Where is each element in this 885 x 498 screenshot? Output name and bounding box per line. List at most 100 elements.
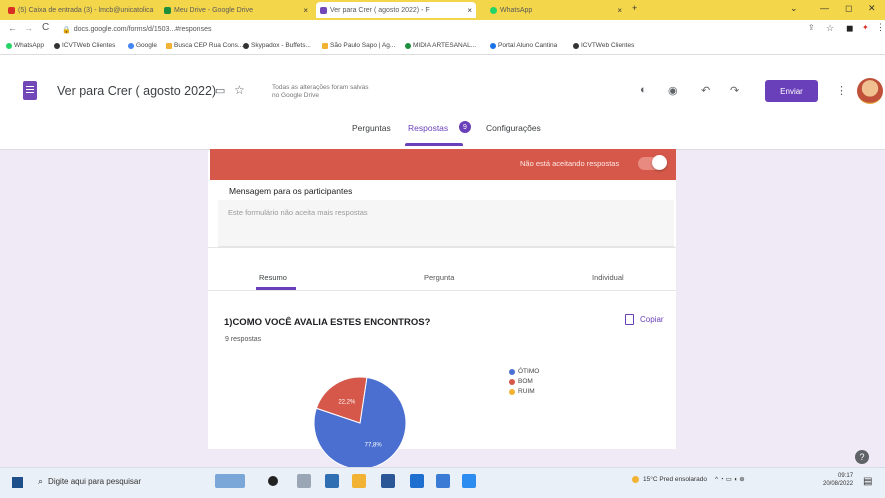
google-icon bbox=[128, 42, 134, 49]
forward-icon[interactable]: → bbox=[24, 23, 33, 33]
url-field[interactable]: 🔒 docs.google.com/forms/d/1503...#respon… bbox=[62, 23, 782, 36]
legend-swatch bbox=[509, 378, 515, 385]
maximize-icon[interactable]: ◻ bbox=[845, 3, 852, 14]
divider bbox=[208, 247, 676, 248]
store-icon[interactable] bbox=[381, 474, 395, 488]
legend-item: BOM bbox=[509, 378, 533, 385]
extension-icon[interactable]: ✦ bbox=[862, 23, 869, 32]
browser-tab-gmail[interactable]: (5) Caixa de entrada (3) - lmcb@unicatol… bbox=[4, 2, 156, 18]
responses-count-badge: 9 bbox=[459, 121, 471, 133]
tab-responses[interactable]: Respostas bbox=[408, 123, 448, 133]
bookmark-item[interactable]: Skypadox - Buffets... bbox=[243, 42, 311, 49]
news-widget-icon[interactable] bbox=[215, 474, 245, 488]
avatar[interactable] bbox=[857, 78, 883, 104]
folder-icon[interactable]: ▭ bbox=[215, 84, 225, 97]
tab-settings[interactable]: Configurações bbox=[486, 123, 541, 133]
palette-icon[interactable]: ◐ bbox=[640, 84, 647, 96]
subtab-question[interactable]: Pergunta bbox=[424, 273, 454, 282]
not-accepting-label: Não está aceitando respostas bbox=[520, 159, 620, 168]
form-title[interactable]: Ver para Crer ( agosto 2022) bbox=[57, 84, 216, 98]
bookmark-item[interactable]: MIDIA ARTESANAL... bbox=[405, 42, 476, 49]
browser-tab-bar: (5) Caixa de entrada (3) - lmcb@unicatol… bbox=[0, 0, 885, 20]
app-icon[interactable] bbox=[462, 474, 476, 488]
star-icon[interactable]: ☆ bbox=[234, 83, 245, 97]
subtab-individual[interactable]: Individual bbox=[592, 273, 624, 282]
legend-item: ÓTIMO bbox=[509, 368, 539, 375]
address-bar-row: ← → C 🔒 docs.google.com/forms/d/1503...#… bbox=[0, 20, 885, 40]
bookmark-item[interactable]: ICVTWeb Clientes bbox=[54, 42, 115, 49]
window-close-icon[interactable]: ✕ bbox=[868, 3, 876, 14]
bookmarks-bar: WhatsApp ICVTWeb Clientes Google Busca C… bbox=[0, 39, 885, 55]
close-icon[interactable]: × bbox=[617, 6, 622, 15]
weather-widget[interactable]: 15°C Pred ensolarado ^ ◔ ▭ ◖ ⊕ bbox=[632, 475, 745, 483]
bookmark-item[interactable]: ICVTWeb Clientes bbox=[573, 42, 634, 49]
windows-start-icon[interactable] bbox=[12, 477, 23, 488]
bookmark-star-icon[interactable]: ☆ bbox=[826, 23, 834, 34]
divider bbox=[208, 290, 676, 291]
subtab-summary[interactable]: Resumo bbox=[259, 273, 287, 282]
folder-icon bbox=[166, 42, 172, 49]
redo-icon[interactable]: ↷ bbox=[730, 84, 739, 97]
close-icon[interactable]: × bbox=[303, 6, 308, 15]
globe-icon bbox=[573, 42, 579, 49]
bookmark-item[interactable]: São Paulo Sapo | Ag... bbox=[322, 42, 395, 49]
drive-icon bbox=[164, 6, 171, 14]
forms-icon bbox=[320, 6, 327, 14]
cortana-icon[interactable] bbox=[268, 476, 278, 486]
bookmark-item[interactable]: Busca CEP Rua Cons... bbox=[166, 42, 243, 49]
sun-icon bbox=[632, 475, 639, 483]
more-vert-icon[interactable]: ⋮ bbox=[836, 84, 847, 97]
new-tab-button[interactable]: + bbox=[632, 3, 637, 13]
lock-icon: 🔒 bbox=[62, 26, 71, 34]
forms-header bbox=[0, 55, 885, 150]
pie-label-ótimo: 77,8% bbox=[365, 443, 383, 449]
pie-chart: 77,8% 22,2% bbox=[313, 376, 407, 467]
pie-label-bom: 22,2% bbox=[338, 399, 356, 405]
send-button[interactable]: Enviar bbox=[765, 80, 818, 102]
task-view-icon[interactable] bbox=[297, 474, 311, 488]
share-icon[interactable]: ⇪ bbox=[808, 23, 815, 32]
notifications-icon[interactable]: ▤ bbox=[863, 476, 872, 487]
copy-chart-button[interactable]: Copiar bbox=[625, 314, 664, 325]
bookmark-item[interactable]: WhatsApp bbox=[6, 42, 44, 49]
tab-questions[interactable]: Perguntas bbox=[352, 123, 391, 133]
sidebar-icon[interactable]: ◼ bbox=[846, 23, 853, 34]
menu-dots-icon[interactable]: ⋮ bbox=[876, 22, 885, 33]
globe-icon bbox=[243, 42, 249, 49]
undo-icon[interactable]: ↶ bbox=[701, 84, 710, 97]
legend-item: RUIM bbox=[509, 388, 535, 395]
site-icon bbox=[490, 42, 496, 49]
question-title: 1)COMO VOCÊ AVALIA ESTES ENCONTROS? bbox=[224, 317, 431, 328]
taskbar-clock[interactable]: 09:17 20/08/2022 bbox=[823, 472, 853, 488]
tab-search-icon[interactable]: ⌄ bbox=[790, 3, 798, 14]
site-icon bbox=[405, 42, 411, 49]
bookmark-item[interactable]: Portal Aluno Cantina bbox=[490, 42, 557, 49]
toggle-knob[interactable] bbox=[652, 155, 667, 170]
gmail-icon bbox=[8, 6, 15, 14]
reload-icon[interactable]: C bbox=[42, 22, 49, 33]
minimize-icon[interactable]: — bbox=[820, 3, 829, 13]
response-count: 9 respostas bbox=[225, 336, 262, 343]
folder-icon bbox=[322, 42, 328, 49]
legend-swatch bbox=[509, 368, 515, 375]
chrome-taskbar-icon[interactable] bbox=[436, 474, 450, 488]
taskbar-search[interactable]: ⌕ Digite aqui para pesquisar bbox=[38, 470, 198, 492]
browser-tab-forms[interactable]: Ver para Crer ( agosto 2022) - F × bbox=[316, 2, 476, 18]
preview-eye-icon[interactable]: ◉ bbox=[668, 84, 678, 97]
forms-logo-icon[interactable] bbox=[23, 81, 37, 100]
bookmark-item[interactable]: Google bbox=[128, 42, 157, 49]
browser-tab-whatsapp[interactable]: WhatsApp × bbox=[486, 2, 626, 18]
legend-swatch bbox=[509, 388, 515, 395]
edge-icon[interactable] bbox=[325, 474, 339, 488]
back-icon[interactable]: ← bbox=[8, 23, 17, 33]
file-explorer-icon[interactable] bbox=[352, 474, 366, 488]
system-tray-icons[interactable]: ^ ◔ ▭ ◖ ⊕ bbox=[715, 475, 745, 483]
whatsapp-icon bbox=[6, 42, 12, 49]
mail-icon[interactable] bbox=[410, 474, 424, 488]
browser-tab-drive[interactable]: Meu Drive - Google Drive × bbox=[160, 2, 312, 18]
message-title: Mensagem para os participantes bbox=[229, 186, 353, 196]
close-icon[interactable]: × bbox=[467, 6, 472, 15]
help-button[interactable]: ? bbox=[855, 450, 869, 464]
search-icon: ⌕ bbox=[38, 475, 44, 486]
copy-icon bbox=[625, 314, 634, 325]
